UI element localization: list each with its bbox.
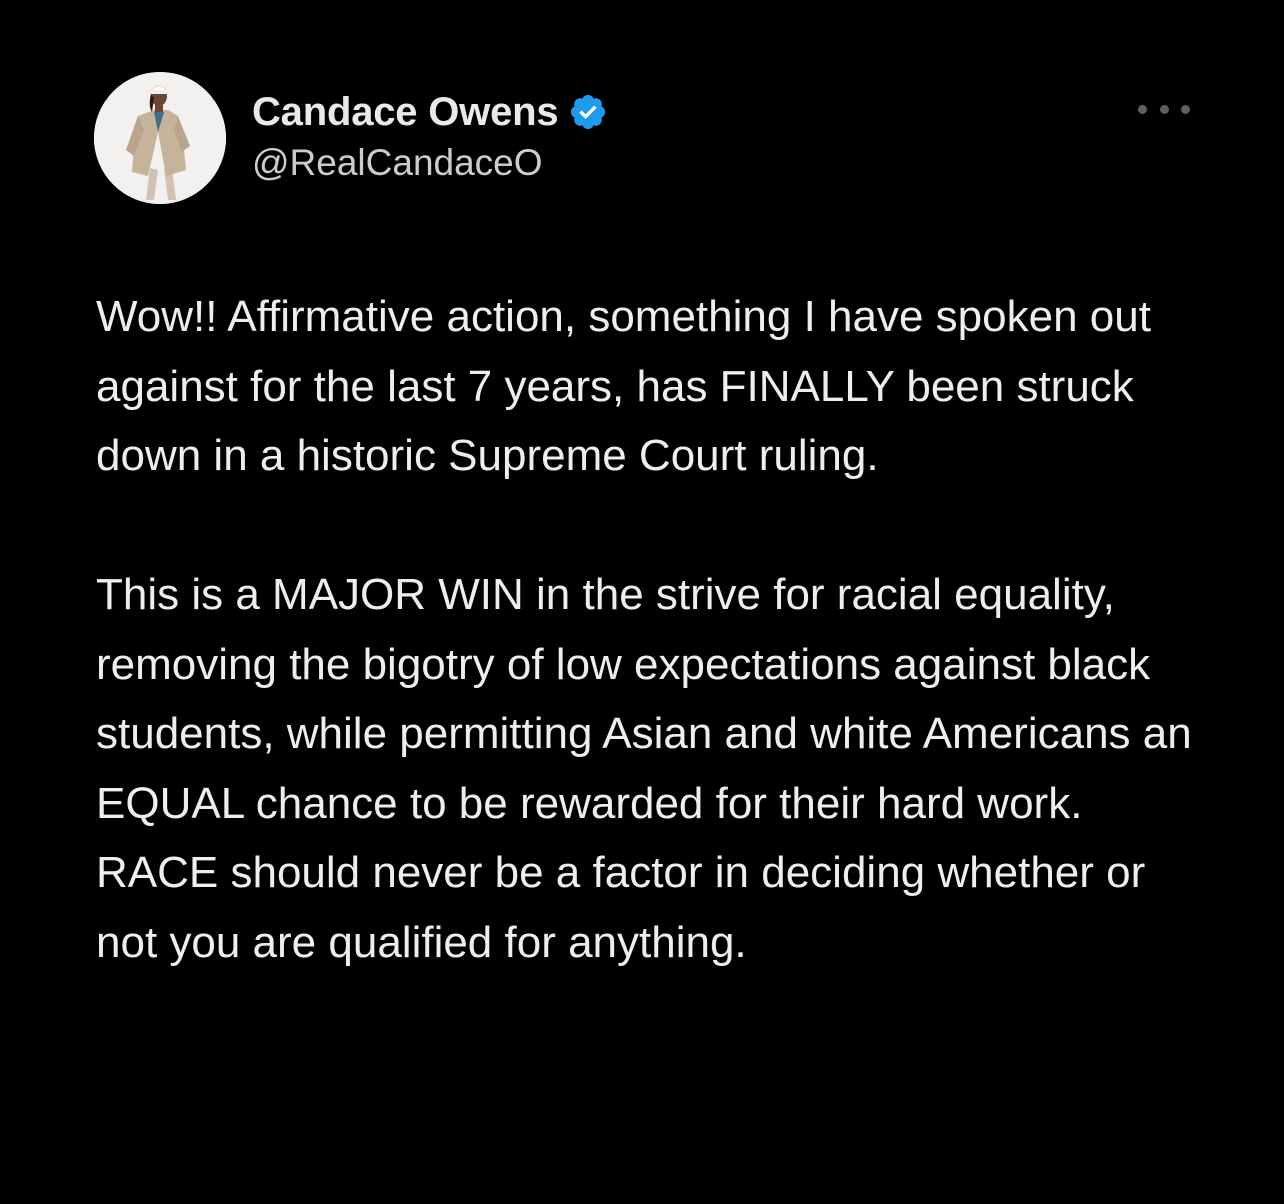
tweet-card: Candace Owens @RealCandaceO Wow!! Affirm… (0, 0, 1284, 1204)
avatar[interactable] (94, 72, 226, 204)
dot-icon (1138, 104, 1147, 114)
tweet-paragraph-1: Wow!! Affirmative action, something I ha… (96, 292, 1151, 480)
author-name-row[interactable]: Candace Owens (252, 86, 608, 138)
tweet-text: Wow!! Affirmative action, something I ha… (96, 282, 1216, 977)
tweet-paragraph-2: This is a MAJOR WIN in the strive for ra… (96, 570, 1192, 967)
author-display-name[interactable]: Candace Owens (252, 90, 559, 135)
author-handle[interactable]: @RealCandaceO (252, 142, 543, 184)
dot-icon (1159, 104, 1169, 114)
avatar-photo (94, 72, 226, 204)
dot-icon (1181, 104, 1190, 114)
more-options-icon[interactable] (1138, 96, 1190, 122)
verified-badge-icon (568, 92, 608, 132)
